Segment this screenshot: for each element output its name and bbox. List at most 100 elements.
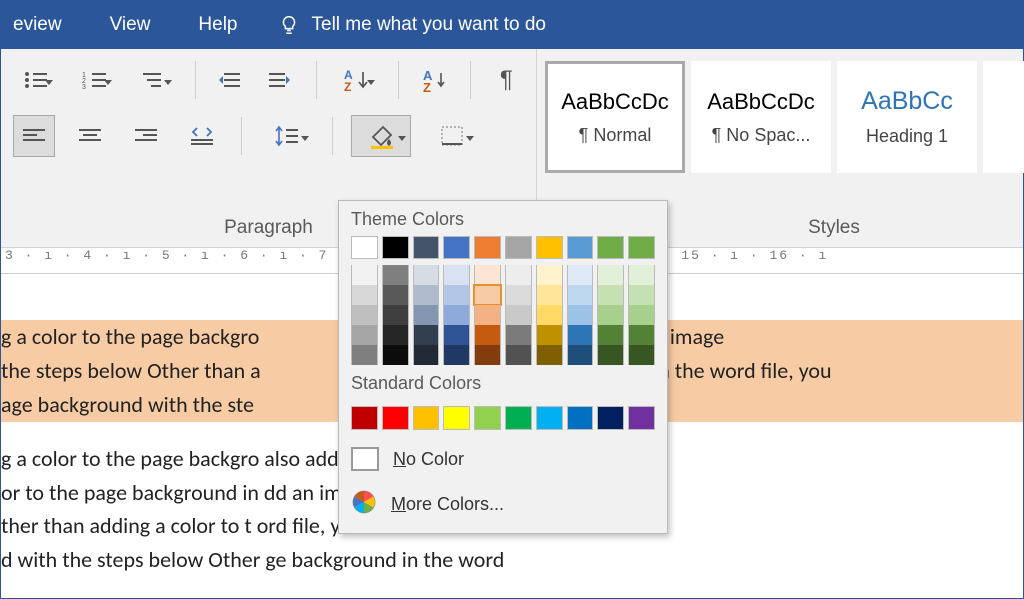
color-swatch[interactable] [567,345,594,365]
tab-help[interactable]: Help [190,8,245,42]
color-swatch[interactable] [443,285,470,305]
color-swatch[interactable] [505,345,532,365]
color-swatch[interactable] [567,325,594,345]
tell-me-search[interactable]: Tell me what you want to do [278,14,546,36]
color-swatch[interactable] [443,265,470,285]
style-item[interactable]: AaBbCcDc¶ No Spac... [691,61,831,173]
color-swatch[interactable] [597,265,624,285]
color-swatch[interactable] [567,236,594,259]
color-swatch[interactable] [351,265,378,285]
multilevel-list-button[interactable] [131,59,176,101]
color-swatch[interactable] [628,325,655,345]
color-swatch[interactable] [505,265,532,285]
color-swatch[interactable] [505,406,532,430]
color-swatch[interactable] [597,285,624,305]
color-swatch[interactable] [443,406,470,430]
color-swatch[interactable] [413,285,440,305]
color-swatch[interactable] [413,406,440,430]
numbering-button[interactable]: 123 [72,59,117,101]
color-swatch[interactable] [567,406,594,430]
color-swatch[interactable] [505,325,532,345]
color-swatch[interactable] [628,236,655,259]
color-swatch[interactable] [382,305,409,325]
color-swatch[interactable] [505,305,532,325]
color-swatch[interactable] [443,345,470,365]
color-swatch[interactable] [413,325,440,345]
color-swatch[interactable] [474,406,501,430]
color-swatch[interactable] [474,265,501,285]
color-swatch[interactable] [382,325,409,345]
color-swatch[interactable] [351,325,378,345]
color-swatch[interactable] [628,285,655,305]
svg-text:Z: Z [423,80,431,92]
color-swatch[interactable] [443,236,470,259]
increase-indent-button[interactable] [263,59,298,101]
align-right-button[interactable] [125,115,167,157]
color-swatch[interactable] [597,406,624,430]
sort-button[interactable]: AZ [335,59,380,101]
color-swatch[interactable] [536,285,563,305]
color-swatch[interactable] [351,406,378,430]
color-swatch[interactable] [536,325,563,345]
color-swatch[interactable] [443,325,470,345]
bullets-button[interactable] [13,59,58,101]
color-swatch[interactable] [536,236,563,259]
sort-az-button[interactable]: AZ [417,59,452,101]
shading-button[interactable] [351,115,411,157]
tab-view[interactable]: View [102,8,159,42]
style-item[interactable]: AaBbCcHeading 1 [837,61,977,173]
color-swatch[interactable] [567,285,594,305]
color-swatch[interactable] [597,325,624,345]
styles-gallery[interactable]: AaBbCcDc¶ NormalAaBbCcDc¶ No Spac...AaBb… [545,61,1024,217]
no-color-item[interactable]: No Color [339,438,667,480]
color-swatch[interactable] [351,285,378,305]
color-swatch[interactable] [628,406,655,430]
paint-bucket-icon [367,123,395,149]
color-swatch[interactable] [413,305,440,325]
line-spacing-button[interactable] [260,115,314,157]
color-swatch[interactable] [474,236,501,259]
color-swatch[interactable] [628,265,655,285]
more-colors-item[interactable]: More Colors... [339,480,667,529]
color-swatch[interactable] [567,305,594,325]
color-swatch[interactable] [474,305,501,325]
color-swatch[interactable] [597,236,624,259]
color-swatch[interactable] [597,345,624,365]
color-swatch[interactable] [382,265,409,285]
style-item[interactable]: AH [983,61,1024,173]
color-swatch[interactable] [382,236,409,259]
color-swatch[interactable] [474,285,501,305]
color-swatch[interactable] [382,406,409,430]
decrease-indent-button[interactable] [213,59,248,101]
justify-button[interactable] [181,115,223,157]
color-swatch[interactable] [474,345,501,365]
color-swatch[interactable] [628,305,655,325]
color-swatch[interactable] [505,236,532,259]
tab-review[interactable]: eview [5,8,70,42]
color-swatch[interactable] [443,305,470,325]
lightbulb-icon [278,14,300,36]
color-swatch[interactable] [536,305,563,325]
show-paragraph-marks-button[interactable]: ¶ [489,59,524,101]
color-swatch[interactable] [413,345,440,365]
color-swatch[interactable] [351,236,378,259]
color-swatch[interactable] [351,305,378,325]
color-swatch[interactable] [536,265,563,285]
color-swatch[interactable] [597,305,624,325]
borders-button[interactable] [425,115,479,157]
color-swatch[interactable] [628,345,655,365]
color-swatch[interactable] [351,345,378,365]
color-swatch[interactable] [413,236,440,259]
align-left-button[interactable] [13,115,55,157]
align-center-button[interactable] [69,115,111,157]
style-name: ¶ No Spac... [696,125,826,146]
color-swatch[interactable] [474,325,501,345]
color-swatch[interactable] [536,406,563,430]
color-swatch[interactable] [382,285,409,305]
color-swatch[interactable] [567,265,594,285]
color-swatch[interactable] [505,285,532,305]
color-swatch[interactable] [536,345,563,365]
color-swatch[interactable] [413,265,440,285]
style-item[interactable]: AaBbCcDc¶ Normal [545,61,685,173]
color-swatch[interactable] [382,345,409,365]
